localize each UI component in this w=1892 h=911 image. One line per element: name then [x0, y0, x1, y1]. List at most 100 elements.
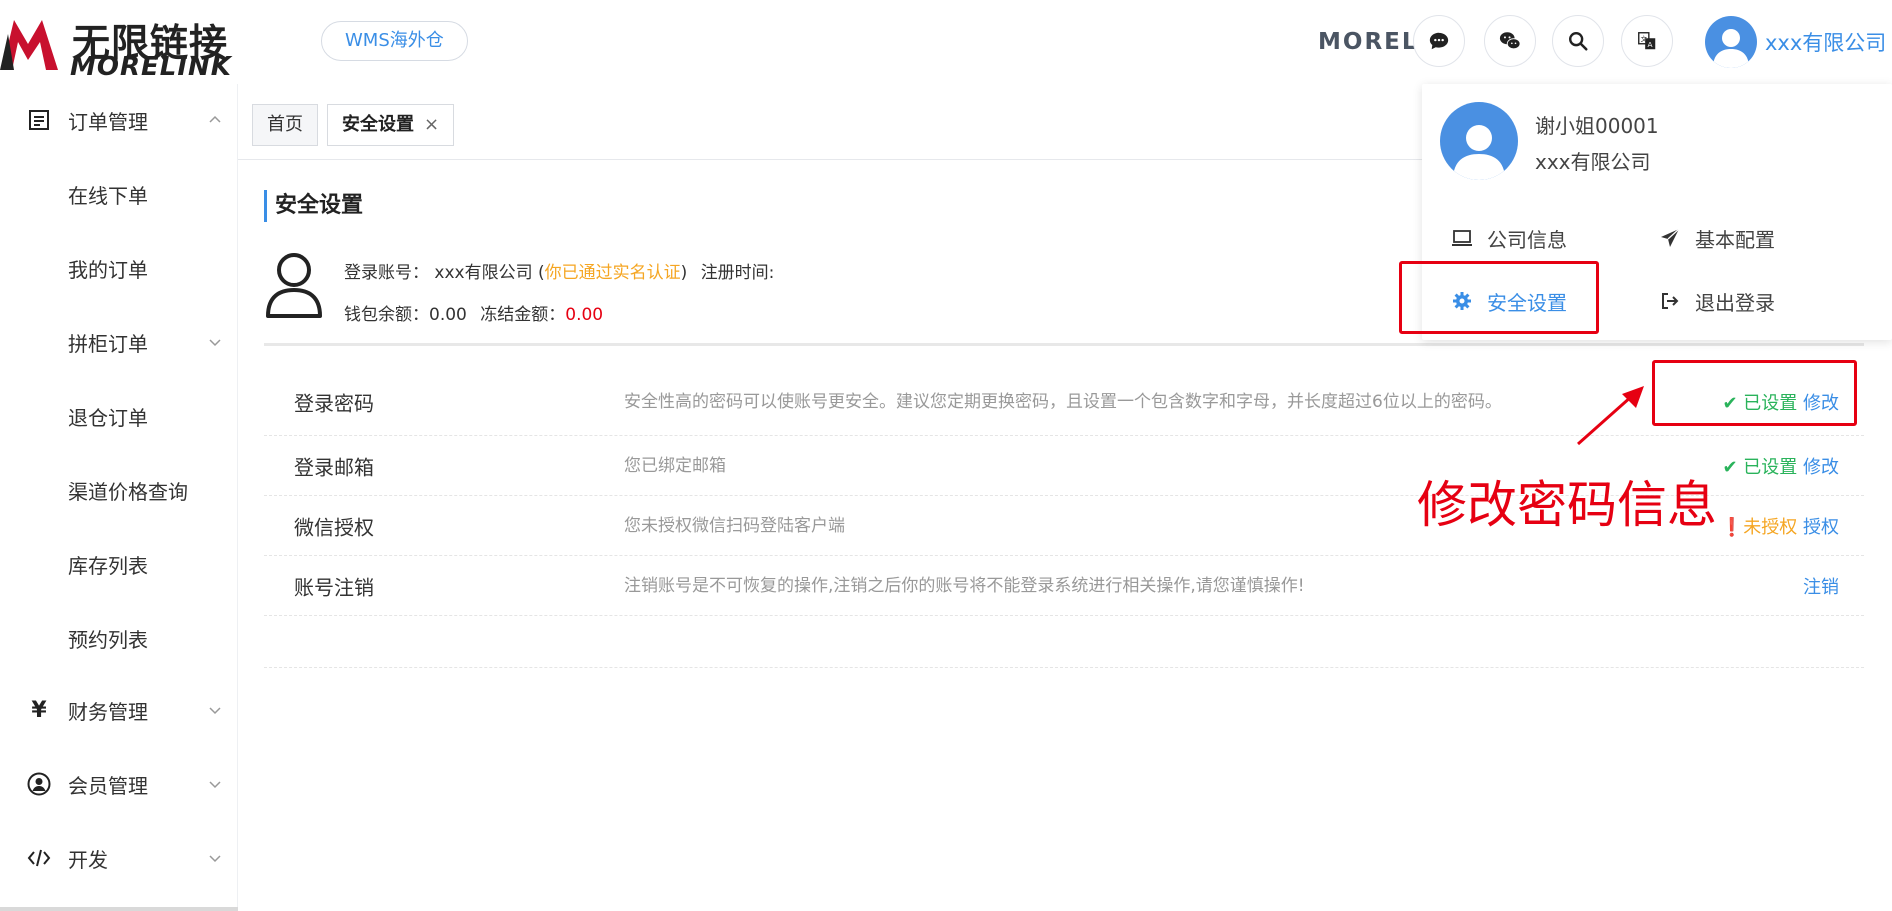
- row-status: ✔ 已设置 修改: [1722, 453, 1839, 479]
- sidebar-item-label: 在线下单: [68, 183, 148, 208]
- sidebar-item-channel-price[interactable]: 渠道价格查询: [0, 460, 238, 520]
- sidebar-item-label: 库存列表: [68, 553, 148, 578]
- status-text: 已设置: [1743, 456, 1798, 478]
- sidebar-scrollbar[interactable]: [0, 907, 238, 911]
- avatar: [1440, 102, 1518, 180]
- annotation-arrow-icon: [1577, 386, 1644, 446]
- sidebar-item-appointments[interactable]: 预约列表: [0, 608, 238, 668]
- authorize-wechat-link[interactable]: 授权: [1803, 517, 1839, 538]
- login-account-value: xxx有限公司: [434, 263, 533, 283]
- code-icon: [26, 845, 52, 871]
- logo-mark-icon: [0, 20, 58, 70]
- verified-status: 你已通过实名认证: [544, 263, 681, 283]
- translate-icon: 文A: [1638, 32, 1656, 50]
- row-name: 微信授权: [294, 515, 374, 539]
- sidebar-item-my-orders[interactable]: 我的订单: [0, 238, 238, 298]
- row-name: 账号注销: [294, 575, 374, 599]
- menu-item-logout[interactable]: 退出登录: [1659, 281, 1775, 321]
- user-name: xxx有限公司: [1765, 31, 1887, 55]
- menu-item-company-info[interactable]: 公司信息: [1451, 218, 1567, 258]
- row-name: 登录密码: [294, 391, 374, 415]
- sidebar-item-label: 渠道价格查询: [68, 479, 188, 504]
- highlight-box-security-menu: [1399, 261, 1599, 334]
- sidebar-item-online-order[interactable]: 在线下单: [0, 164, 238, 224]
- row-status: ❗未授权 授权: [1721, 513, 1839, 539]
- wechat-button[interactable]: [1484, 15, 1536, 67]
- send-icon: [1659, 227, 1681, 249]
- register-time-label: 注册时间:: [700, 263, 775, 283]
- top-header: 无限链接 MORELINK WMS海外仓 MORELI 文A xxx有限公司: [0, 0, 1892, 84]
- translate-button[interactable]: 文A: [1621, 15, 1673, 67]
- search-icon: [1569, 32, 1588, 51]
- chat-button[interactable]: [1413, 15, 1465, 67]
- wallet-balance-value: 0.00: [429, 305, 467, 325]
- tab-home[interactable]: 首页: [252, 104, 318, 146]
- tab-security-settings[interactable]: 安全设置 ×: [327, 104, 455, 146]
- frozen-amount-label: 冻结金额：: [480, 305, 566, 325]
- tab-label: 安全设置: [342, 114, 414, 135]
- wechat-icon: [1499, 32, 1521, 50]
- close-icon[interactable]: ×: [424, 114, 439, 135]
- chevron-down-icon: [209, 707, 221, 715]
- sidebar-item-finance[interactable]: ¥ 财务管理: [0, 680, 238, 740]
- sidebar-item-members[interactable]: 会员管理: [0, 754, 238, 814]
- member-icon: [26, 771, 52, 797]
- paren-close: ): [680, 263, 688, 283]
- login-account-label: 登录账号：: [344, 263, 429, 283]
- warning-icon: ❗: [1720, 516, 1744, 538]
- menu-item-basic-config[interactable]: 基本配置: [1659, 218, 1775, 258]
- wms-tag-button[interactable]: WMS海外仓: [321, 21, 468, 61]
- row-name: 登录邮箱: [294, 455, 374, 479]
- account-info-line: 登录账号： xxx有限公司 (你已通过实名认证) 注册时间:: [344, 258, 774, 283]
- user-icon: [1453, 125, 1505, 180]
- order-icon: [26, 107, 52, 133]
- search-button[interactable]: [1552, 15, 1604, 67]
- balance-line: 钱包余额：0.00 冻结金额：0.00: [344, 300, 603, 325]
- sidebar-item-label: 预约列表: [68, 627, 148, 652]
- row-description: 注销账号是不可恢复的操作,注销之后你的账号将不能登录系统进行相关操作,请您谨慎操…: [624, 575, 1305, 596]
- sidebar-item-label: 会员管理: [68, 773, 148, 798]
- modify-email-link[interactable]: 修改: [1803, 457, 1839, 478]
- chevron-down-icon: [209, 855, 221, 863]
- user-icon: [1713, 29, 1749, 68]
- sidebar-item-label: 拼柜订单: [68, 331, 148, 356]
- logo[interactable]: 无限链接 MORELINK: [0, 6, 231, 82]
- sidebar-item-label: 退仓订单: [68, 405, 148, 430]
- svg-text:A: A: [1647, 40, 1652, 49]
- chevron-down-icon: [209, 781, 221, 789]
- svg-text:文: 文: [1641, 34, 1648, 43]
- dropdown-user-name: 谢小姐00001: [1535, 114, 1659, 138]
- menu-item-label: 退出登录: [1695, 290, 1775, 315]
- wallet-balance-label: 钱包余额：: [344, 305, 429, 325]
- sidebar: 订单管理 在线下单 我的订单 拼柜订单 退仓订单 渠道价格查询 库存列表 预约列…: [0, 84, 238, 911]
- chevron-down-icon: [209, 339, 221, 347]
- row-description: 您未授权微信扫码登陆客户端: [624, 515, 845, 536]
- security-row-cancel-account: 账号注销 注销账号是不可恢复的操作,注销之后你的账号将不能登录系统进行相关操作,…: [264, 556, 1864, 616]
- sidebar-item-label: 开发: [68, 847, 108, 872]
- status-text: 未授权: [1743, 516, 1798, 538]
- chevron-up-icon: [209, 115, 221, 123]
- row-description: 安全性高的密码可以使账号更安全。建议您定期更换密码，且设置一个包含数字和字母，并…: [624, 391, 1502, 412]
- sidebar-item-label: 订单管理: [68, 109, 148, 134]
- highlight-box-modify-password: [1652, 360, 1857, 426]
- menu-item-label: 公司信息: [1487, 227, 1567, 252]
- sidebar-item-develop[interactable]: 开发: [0, 828, 238, 888]
- avatar: [1705, 16, 1757, 68]
- row-status: 注销: [1803, 573, 1839, 599]
- paren-open: (: [532, 263, 545, 283]
- cancel-account-link[interactable]: 注销: [1803, 577, 1839, 598]
- logout-icon: [1659, 290, 1681, 312]
- tab-label: 首页: [267, 114, 303, 135]
- sidebar-item-return-orders[interactable]: 退仓订单: [0, 386, 238, 446]
- sidebar-item-inventory[interactable]: 库存列表: [0, 534, 238, 594]
- user-menu-trigger[interactable]: xxx有限公司: [1705, 16, 1886, 68]
- row-description: 您已绑定邮箱: [624, 455, 726, 476]
- page-title: 安全设置: [264, 190, 363, 222]
- user-outline-icon: [266, 253, 322, 318]
- sidebar-item-label: 财务管理: [68, 699, 148, 724]
- sidebar-item-order-management[interactable]: 订单管理: [0, 90, 238, 150]
- chat-icon: [1429, 32, 1449, 50]
- sidebar-item-consolidation-orders[interactable]: 拼柜订单: [0, 312, 238, 372]
- logo-text-en: MORELINK: [70, 52, 232, 82]
- sidebar-item-label: 我的订单: [68, 257, 148, 282]
